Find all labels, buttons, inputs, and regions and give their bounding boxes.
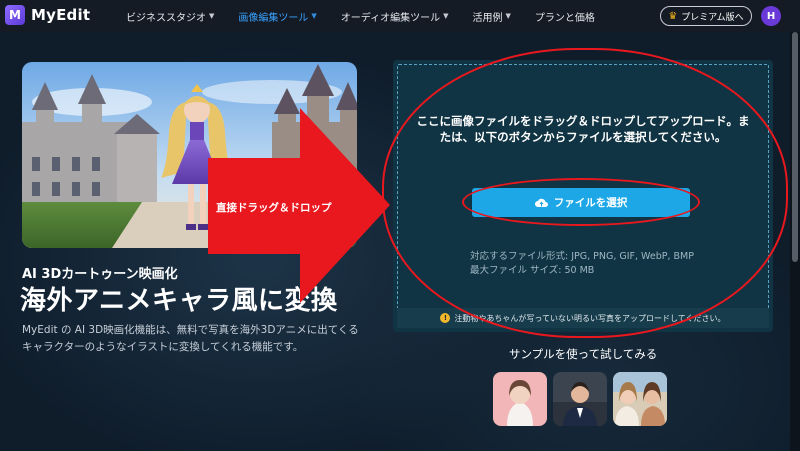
premium-label: プレミアム版へ	[681, 12, 744, 23]
logo[interactable]: M MyEdit	[5, 5, 90, 25]
logo-mark-icon: M	[5, 5, 25, 25]
menu-label: プランと価格	[534, 12, 595, 24]
premium-button[interactable]: ♛ プレミアム版へ	[660, 6, 752, 26]
logo-text: MyEdit	[31, 6, 91, 24]
sample-thumbnail-friends[interactable]	[613, 372, 667, 426]
scrollbar[interactable]	[790, 32, 800, 451]
chevron-down-icon: ▼	[209, 12, 215, 20]
menu-label: 活用例	[472, 12, 503, 24]
sample-thumbnail-man[interactable]	[553, 372, 607, 426]
chevron-down-icon: ▼	[443, 12, 449, 20]
warning-face-icon: !	[440, 313, 451, 323]
hero-description: MyEdit の AI 3D映画化機能は、無料で写真を海外3Dアニメに出てくるキ…	[22, 324, 359, 353]
menu-item-pricing[interactable]: プランと価格	[535, 9, 595, 24]
scrollbar-thumb[interactable]	[792, 32, 798, 262]
menu-label: ビジネススタジオ	[126, 12, 206, 24]
menu-label: オーディオ編集ツール	[340, 12, 441, 24]
menu-item-image-tools[interactable]: 画像編集ツール ▼	[238, 9, 316, 24]
menu-item-business-studio[interactable]: ビジネススタジオ ▼	[126, 9, 214, 24]
chevron-down-icon: ▼	[311, 12, 317, 20]
annotation-arrow-label: 直接ドラッグ＆ドロップ	[216, 202, 332, 214]
menu-label: 画像編集ツール	[238, 12, 309, 24]
menu-item-audio-tools[interactable]: オーディオ編集ツール ▼	[341, 9, 449, 24]
sample-thumbnail-woman[interactable]	[493, 372, 547, 426]
sample-thumbnails	[493, 372, 667, 426]
avatar[interactable]: H	[761, 6, 781, 26]
annotation-ellipse-button	[462, 178, 700, 226]
top-nav: M MyEdit ビジネススタジオ ▼ 画像編集ツール ▼ オーディオ編集ツール…	[0, 0, 800, 32]
crown-icon: ♛	[668, 10, 678, 22]
chevron-down-icon: ▼	[505, 12, 511, 20]
main-menu: ビジネススタジオ ▼ 画像編集ツール ▼ オーディオ編集ツール ▼ 活用例 ▼ …	[126, 0, 619, 32]
samples-title: サンプルを使って試してみる	[509, 347, 658, 361]
menu-item-use-cases[interactable]: 活用例 ▼	[472, 9, 510, 24]
